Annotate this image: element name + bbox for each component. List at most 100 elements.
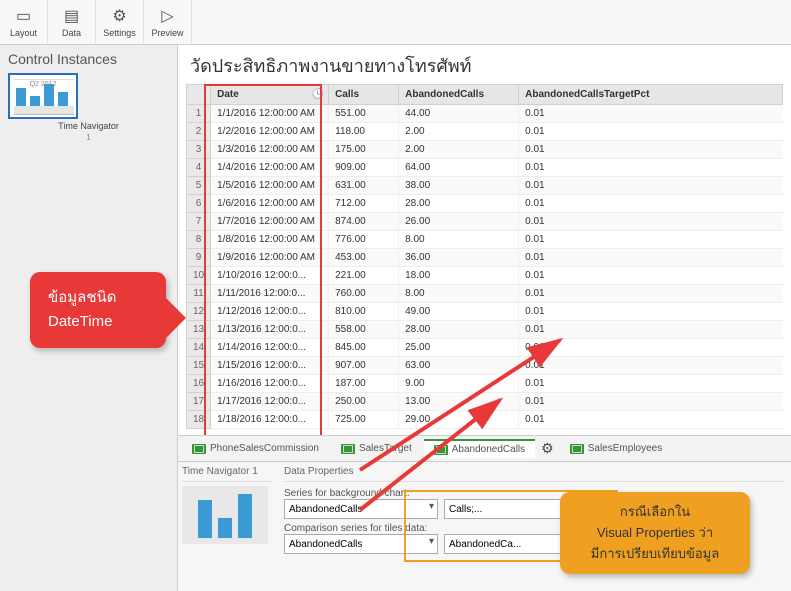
- table-row[interactable]: 61/6/2016 12:00:00 AM712.0028.000.01: [187, 195, 783, 213]
- cell-calls[interactable]: 221.00: [329, 267, 399, 285]
- sheet-tab-abandonedcalls[interactable]: AbandonedCalls: [424, 439, 535, 458]
- cell-calls[interactable]: 558.00: [329, 321, 399, 339]
- table-row[interactable]: 181/18/2016 12:00:0...725.0029.000.01: [187, 411, 783, 429]
- bg-series-select[interactable]: [284, 499, 438, 519]
- sheet-tab-salestarget[interactable]: SalesTarget: [331, 440, 422, 457]
- cell-abandoned[interactable]: 9.00: [399, 375, 519, 393]
- table-row[interactable]: 101/10/2016 12:00:0...221.0018.000.01: [187, 267, 783, 285]
- time-navigator-thumbnail[interactable]: Q2 2012: [8, 73, 78, 119]
- cell-date[interactable]: 1/12/2016 12:00:0...: [211, 303, 329, 321]
- cell-pct[interactable]: 0.01: [519, 321, 783, 339]
- cell-date[interactable]: 1/18/2016 12:00:0...: [211, 411, 329, 429]
- sheet-tab-salesemployees[interactable]: SalesEmployees: [560, 440, 672, 457]
- cell-date[interactable]: 1/9/2016 12:00:00 AM: [211, 249, 329, 267]
- cell-abandoned[interactable]: 2.00: [399, 141, 519, 159]
- cell-pct[interactable]: 0.01: [519, 159, 783, 177]
- cell-calls[interactable]: 907.00: [329, 357, 399, 375]
- cell-calls[interactable]: 712.00: [329, 195, 399, 213]
- cell-date[interactable]: 1/7/2016 12:00:00 AM: [211, 213, 329, 231]
- cell-calls[interactable]: 631.00: [329, 177, 399, 195]
- cell-date[interactable]: 1/14/2016 12:00:0...: [211, 339, 329, 357]
- cell-abandoned[interactable]: 8.00: [399, 231, 519, 249]
- cell-calls[interactable]: 725.00: [329, 411, 399, 429]
- cell-date[interactable]: 1/11/2016 12:00:0...: [211, 285, 329, 303]
- table-row[interactable]: 91/9/2016 12:00:00 AM453.0036.000.01: [187, 249, 783, 267]
- table-row[interactable]: 141/14/2016 12:00:0...845.0025.000.01: [187, 339, 783, 357]
- cell-abandoned[interactable]: 13.00: [399, 393, 519, 411]
- cell-abandoned[interactable]: 25.00: [399, 339, 519, 357]
- cell-calls[interactable]: 118.00: [329, 123, 399, 141]
- cell-pct[interactable]: 0.01: [519, 195, 783, 213]
- cell-date[interactable]: 1/1/2016 12:00:00 AM: [211, 105, 329, 123]
- cell-abandoned[interactable]: 2.00: [399, 123, 519, 141]
- cell-abandoned[interactable]: 38.00: [399, 177, 519, 195]
- cell-calls[interactable]: 874.00: [329, 213, 399, 231]
- cell-calls[interactable]: 250.00: [329, 393, 399, 411]
- cell-abandoned[interactable]: 28.00: [399, 321, 519, 339]
- cell-calls[interactable]: 175.00: [329, 141, 399, 159]
- table-row[interactable]: 151/15/2016 12:00:0...907.0063.000.01: [187, 357, 783, 375]
- props-thumb-chart-icon[interactable]: [182, 486, 268, 544]
- cell-pct[interactable]: 0.01: [519, 375, 783, 393]
- cell-abandoned[interactable]: 28.00: [399, 195, 519, 213]
- column-header-calls[interactable]: Calls: [329, 85, 399, 105]
- data-grid[interactable]: Date🕓CallsAbandonedCallsAbandonedCallsTa…: [186, 84, 783, 429]
- cell-date[interactable]: 1/15/2016 12:00:0...: [211, 357, 329, 375]
- table-row[interactable]: 81/8/2016 12:00:00 AM776.008.000.01: [187, 231, 783, 249]
- cell-calls[interactable]: 551.00: [329, 105, 399, 123]
- column-header-abandonedcallstargetpct[interactable]: AbandonedCallsTargetPct: [519, 85, 783, 105]
- table-row[interactable]: 31/3/2016 12:00:00 AM175.002.000.01: [187, 141, 783, 159]
- column-header-date[interactable]: Date🕓: [211, 85, 329, 105]
- table-row[interactable]: 131/13/2016 12:00:0...558.0028.000.01: [187, 321, 783, 339]
- table-row[interactable]: 161/16/2016 12:00:0...187.009.000.01: [187, 375, 783, 393]
- cell-calls[interactable]: 810.00: [329, 303, 399, 321]
- column-header-abandonedcalls[interactable]: AbandonedCalls: [399, 85, 519, 105]
- cell-pct[interactable]: 0.01: [519, 141, 783, 159]
- cell-abandoned[interactable]: 36.00: [399, 249, 519, 267]
- cell-pct[interactable]: 0.01: [519, 105, 783, 123]
- cell-abandoned[interactable]: 64.00: [399, 159, 519, 177]
- cell-pct[interactable]: 0.01: [519, 249, 783, 267]
- cell-date[interactable]: 1/2/2016 12:00:00 AM: [211, 123, 329, 141]
- cell-date[interactable]: 1/17/2016 12:00:0...: [211, 393, 329, 411]
- cell-abandoned[interactable]: 63.00: [399, 357, 519, 375]
- cell-pct[interactable]: 0.01: [519, 339, 783, 357]
- sheet-settings-gear-icon[interactable]: ⚙: [541, 440, 554, 457]
- cell-pct[interactable]: 0.01: [519, 231, 783, 249]
- table-row[interactable]: 51/5/2016 12:00:00 AM631.0038.000.01: [187, 177, 783, 195]
- cell-calls[interactable]: 776.00: [329, 231, 399, 249]
- cell-date[interactable]: 1/3/2016 12:00:00 AM: [211, 141, 329, 159]
- cell-calls[interactable]: 845.00: [329, 339, 399, 357]
- cell-pct[interactable]: 0.01: [519, 393, 783, 411]
- cell-pct[interactable]: 0.01: [519, 123, 783, 141]
- data-button[interactable]: ▤Data: [48, 0, 96, 45]
- cell-calls[interactable]: 453.00: [329, 249, 399, 267]
- cell-date[interactable]: 1/5/2016 12:00:00 AM: [211, 177, 329, 195]
- cell-abandoned[interactable]: 18.00: [399, 267, 519, 285]
- cell-pct[interactable]: 0.01: [519, 357, 783, 375]
- cell-pct[interactable]: 0.01: [519, 303, 783, 321]
- settings-button[interactable]: ⚙Settings: [96, 0, 144, 45]
- cell-pct[interactable]: 0.01: [519, 177, 783, 195]
- cmp-series-select[interactable]: [284, 534, 438, 554]
- table-row[interactable]: 171/17/2016 12:00:0...250.0013.000.01: [187, 393, 783, 411]
- table-row[interactable]: 121/12/2016 12:00:0...810.0049.000.01: [187, 303, 783, 321]
- cell-calls[interactable]: 760.00: [329, 285, 399, 303]
- cell-abandoned[interactable]: 49.00: [399, 303, 519, 321]
- layout-button[interactable]: ▭Layout: [0, 0, 48, 45]
- cell-abandoned[interactable]: 29.00: [399, 411, 519, 429]
- cell-abandoned[interactable]: 44.00: [399, 105, 519, 123]
- preview-button[interactable]: ▷Preview: [144, 0, 192, 45]
- cell-pct[interactable]: 0.01: [519, 213, 783, 231]
- cell-date[interactable]: 1/13/2016 12:00:0...: [211, 321, 329, 339]
- table-row[interactable]: 111/11/2016 12:00:0...760.008.000.01: [187, 285, 783, 303]
- table-row[interactable]: 41/4/2016 12:00:00 AM909.0064.000.01: [187, 159, 783, 177]
- table-row[interactable]: 21/2/2016 12:00:00 AM118.002.000.01: [187, 123, 783, 141]
- cell-abandoned[interactable]: 8.00: [399, 285, 519, 303]
- cell-date[interactable]: 1/6/2016 12:00:00 AM: [211, 195, 329, 213]
- cell-date[interactable]: 1/8/2016 12:00:00 AM: [211, 231, 329, 249]
- cell-pct[interactable]: 0.01: [519, 267, 783, 285]
- table-row[interactable]: 71/7/2016 12:00:00 AM874.0026.000.01: [187, 213, 783, 231]
- cell-date[interactable]: 1/4/2016 12:00:00 AM: [211, 159, 329, 177]
- cell-abandoned[interactable]: 26.00: [399, 213, 519, 231]
